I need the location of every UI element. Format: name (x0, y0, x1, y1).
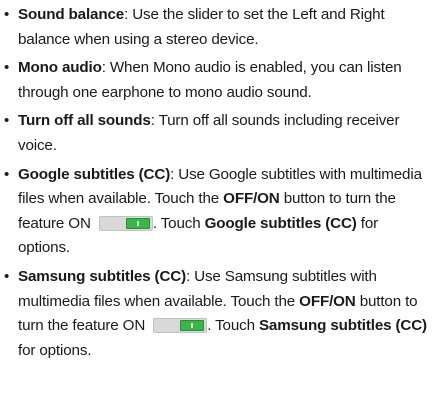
settings-description-list: • Sound balance: Use the slider to set th… (4, 3, 431, 363)
item-title: Turn off all sounds (18, 112, 151, 130)
bullet-icon: • (4, 267, 10, 285)
list-item-google-subtitles: • Google subtitles (CC): Use Google subti… (4, 163, 431, 261)
item-title: Sound balance (18, 6, 125, 23)
off-on-button-label: OFF/ON (299, 292, 356, 310)
item-title-repeat: Samsung subtitles (CC) (258, 317, 427, 335)
item-title: Google subtitles (CC) (18, 165, 171, 183)
toggle-knob (125, 217, 150, 229)
list-item-mono-audio: • Mono audio: When Mono audio is enabled,… (4, 56, 431, 105)
item-text: . Touch (207, 317, 259, 335)
toggle-switch-on-icon (98, 215, 153, 231)
list-item-sound-balance: • Sound balance: Use the slider to set th… (4, 3, 431, 52)
toggle-knob (180, 320, 205, 332)
bullet-icon: • (4, 112, 10, 130)
item-title: Samsung subtitles (CC) (18, 267, 186, 285)
bullet-icon: • (4, 6, 10, 23)
bullet-icon: • (4, 165, 10, 183)
document-page: • Sound balance: Use the slider to set th… (0, 0, 437, 417)
list-item-samsung-subtitles: • Samsung subtitles (CC): Use Samsung sub… (4, 265, 431, 363)
off-on-button-label: OFF/ON (223, 190, 280, 208)
list-item-turn-off-all-sounds: • Turn off all sounds: Turn off all sound… (4, 109, 431, 158)
item-text: for options. (18, 341, 92, 359)
item-text: . Touch (152, 214, 205, 232)
item-title-repeat: Google subtitles (CC) (204, 214, 357, 232)
bullet-icon: • (4, 59, 10, 77)
item-title: Mono audio (18, 59, 102, 77)
toggle-switch-on-icon (153, 318, 208, 334)
